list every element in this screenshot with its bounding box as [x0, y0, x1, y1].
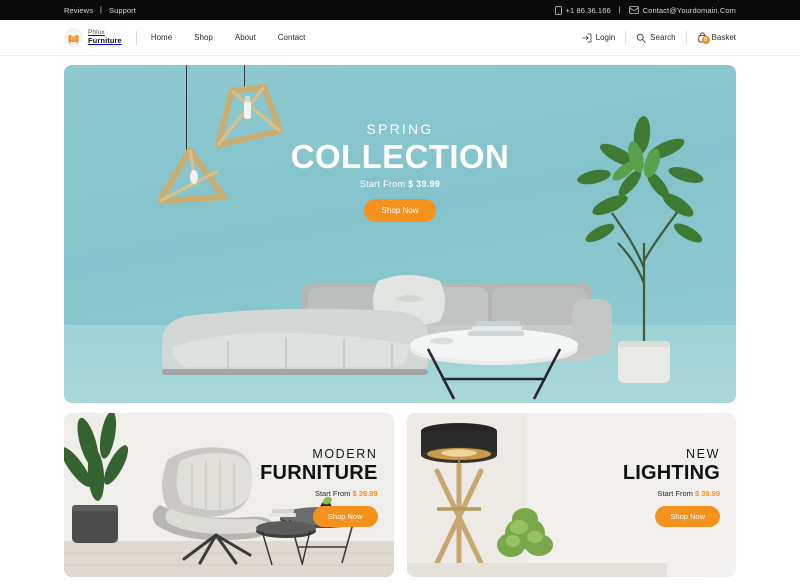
lighting-card-title: LIGHTING: [622, 462, 720, 484]
hero-shop-now-button[interactable]: Shop Now: [363, 198, 437, 222]
search-label: Search: [650, 33, 676, 42]
furniture-card-price: Start From $ 39.99: [260, 489, 378, 498]
basket-button[interactable]: 0 Basket: [697, 32, 736, 44]
furniture-card-copy: MODERN FURNITURE Start From $ 39.99 Shop…: [260, 447, 378, 527]
nav-item-home[interactable]: Home: [151, 33, 172, 42]
topbar-link-support[interactable]: Support: [109, 6, 136, 15]
topbar-phone-text: +1 86.36.166: [565, 5, 611, 15]
phone-icon: [554, 5, 562, 15]
header-divider: [135, 30, 137, 45]
armchair-logo-icon: [64, 28, 83, 47]
promo-card-furniture[interactable]: MODERN FURNITURE Start From $ 39.99 Shop…: [64, 413, 394, 577]
hero-price-value: $ 39.99: [408, 178, 441, 189]
topbar-links: Reviews | Support: [64, 6, 136, 15]
furniture-card-title: FURNITURE: [260, 462, 378, 484]
hero-eyebrow: SPRING: [366, 121, 434, 137]
topbar-divider-1: |: [100, 6, 102, 14]
lighting-card-eyebrow: NEW: [686, 447, 720, 461]
login-button[interactable]: Login: [582, 33, 616, 43]
furniture-card-price-value: $ 39.99: [352, 489, 378, 498]
login-icon: [582, 33, 592, 43]
basket-label: Basket: [711, 33, 736, 42]
nav-item-contact[interactable]: Contact: [278, 33, 306, 42]
header-action-divider-1: [625, 31, 627, 44]
hero-title: COLLECTION: [290, 138, 510, 175]
topbar-link-reviews[interactable]: Reviews: [64, 6, 93, 15]
brand-logo[interactable]: Phlox Furniture: [64, 28, 122, 47]
topbar-phone[interactable]: +1 86.36.166: [554, 5, 611, 15]
mail-icon: [628, 6, 639, 14]
utility-top-bar: Reviews | Support +1 86.36.166 | Contact…: [0, 0, 800, 20]
topbar-divider-2: |: [618, 6, 621, 14]
lighting-shop-now-button[interactable]: Shop Now: [655, 506, 720, 527]
sofa-scene-image: [162, 275, 612, 400]
furniture-shop-now-button[interactable]: Shop Now: [312, 506, 378, 527]
hero-copy: SPRING COLLECTION Start From $ 39.99 Sho…: [240, 121, 560, 222]
furniture-card-eyebrow: MODERN: [312, 447, 378, 461]
topbar-email-text: Contact@Yourdomain.Com: [642, 5, 736, 15]
main-navigation: Home Shop About Contact: [151, 33, 306, 42]
basket-count-badge: 0: [701, 36, 710, 44]
login-label: Login: [595, 33, 616, 42]
topbar-contact-info: +1 86.36.166 | Contact@Yourdomain.Com: [554, 5, 736, 15]
brand-name-line2: Furniture: [88, 35, 122, 45]
furniture-card-price-prefix: Start From: [314, 489, 351, 498]
search-icon: [636, 33, 646, 43]
nav-item-shop[interactable]: Shop: [194, 33, 213, 42]
lighting-card-price-value: $ 39.99: [694, 489, 720, 498]
promo-cards-row: MODERN FURNITURE Start From $ 39.99 Shop…: [64, 413, 736, 577]
topbar-email[interactable]: Contact@Yourdomain.Com: [628, 5, 736, 15]
header-action-divider-2: [685, 31, 687, 44]
lighting-card-price-prefix: Start From: [657, 489, 693, 498]
site-header: Phlox Furniture Home Shop About Contact …: [0, 20, 800, 56]
page-content: SPRING COLLECTION Start From $ 39.99 Sho…: [0, 65, 800, 577]
pendant-cord-left: [186, 65, 188, 150]
lighting-card-price: Start From $ 39.99: [623, 489, 720, 498]
header-actions: Login Search 0 Basket: [582, 31, 736, 44]
search-button[interactable]: Search: [636, 33, 676, 43]
lighting-card-copy: NEW LIGHTING Start From $ 39.99 Shop Now: [623, 447, 720, 527]
hero-price-prefix: Start From: [359, 178, 406, 189]
promo-card-lighting[interactable]: NEW LIGHTING Start From $ 39.99 Shop Now: [406, 413, 736, 577]
nav-item-about[interactable]: About: [235, 33, 256, 42]
hero-price: Start From $ 39.99: [240, 179, 560, 189]
hero-banner[interactable]: SPRING COLLECTION Start From $ 39.99 Sho…: [64, 65, 736, 403]
